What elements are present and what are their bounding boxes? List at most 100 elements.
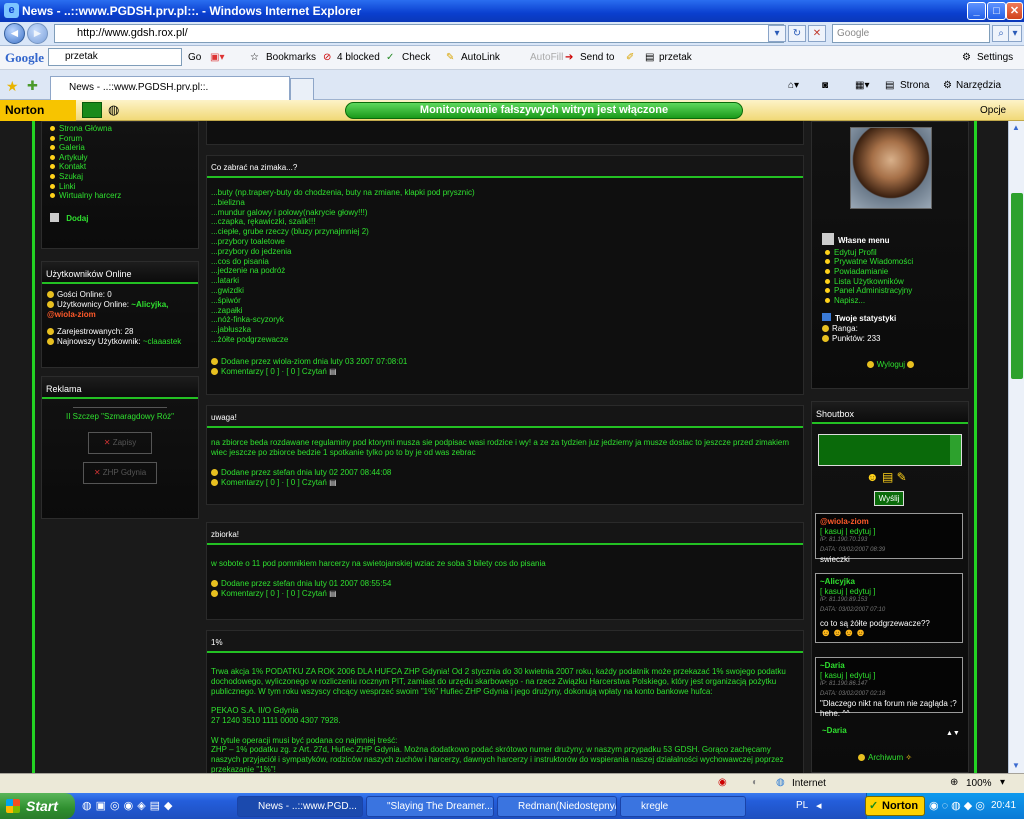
shout-scroll-arrows[interactable]: ▲▼ <box>946 730 960 737</box>
shout-actions[interactable]: [ kasuj | edytuj ] <box>820 587 958 597</box>
bookmarks-button[interactable]: Bookmarks <box>266 52 316 63</box>
menu-user-list[interactable]: Lista Użytkowników <box>822 277 962 287</box>
clock[interactable]: 20:41 <box>991 800 1016 811</box>
check-button[interactable]: Check <box>402 52 430 63</box>
newest-user-link[interactable]: ~claaastek <box>143 337 181 346</box>
shout-actions[interactable]: [ kasuj | edytuj ] <box>820 527 958 537</box>
online-user-alicyjka[interactable]: ~Alicyjka, <box>131 300 168 309</box>
refresh-icon[interactable]: ↻ <box>788 25 806 42</box>
menu-admin-panel[interactable]: Panel Administracyjny <box>822 286 962 296</box>
users-online-panel: Użytkowników Online Gości Online: 0 Użyt… <box>41 261 199 368</box>
norton-logo[interactable]: Norton <box>0 100 76 121</box>
zoom-dropdown-icon[interactable]: ▾ <box>1000 777 1005 788</box>
news-icon[interactable]: ▣▾ <box>210 52 224 63</box>
nav-link-articles[interactable]: Artykuły <box>47 153 193 163</box>
home-icon[interactable]: ⌂▾ <box>788 80 799 91</box>
ad-text[interactable]: II Szczep "Szmaragdowy Róż" <box>42 408 198 426</box>
task-gadu[interactable]: Redman(Niedostępny/ ) <box>497 796 617 817</box>
post-comments-link[interactable]: Komentarzy [ 0 ] · [ 0 ] Czytań <box>221 589 327 598</box>
task-folder-kregle[interactable]: kregle <box>620 796 746 817</box>
scroll-up-icon[interactable]: ▲ <box>1012 123 1020 132</box>
new-tab-button[interactable] <box>290 78 314 100</box>
search-term-button[interactable]: przetak <box>659 52 692 63</box>
nav-link-gallery[interactable]: Galeria <box>47 143 193 153</box>
autolink-button[interactable]: AutoLink <box>461 52 500 63</box>
nav-link-forum[interactable]: Forum <box>47 134 193 144</box>
monitor-icon[interactable] <box>82 102 102 118</box>
shout-author-partial[interactable]: ~Daria <box>822 726 847 735</box>
back-button[interactable]: ◄ <box>4 23 25 44</box>
logout-link[interactable]: Wyloguj <box>877 360 905 369</box>
zoom-level[interactable]: 100% <box>966 778 992 789</box>
norton-options-button[interactable]: Opcje <box>980 105 1006 116</box>
shout-author[interactable]: @wiola-ziom <box>820 517 958 527</box>
tab-news[interactable]: News - ..::www.PGDSH.prv.pl::. <box>50 76 290 100</box>
norton-status-banner[interactable]: Monitorowanie fałszywych witryn jest włą… <box>345 102 743 119</box>
sendto-button[interactable]: Send to <box>580 52 614 63</box>
archive-link[interactable]: Archiwum ✧ <box>858 753 912 762</box>
shout-actions[interactable]: [ kasuj | edytuj ] <box>820 671 958 681</box>
zoom-icon[interactable]: ⊕ <box>950 777 958 788</box>
maximize-button[interactable]: □ <box>987 2 1006 20</box>
search-options-icon[interactable]: ▾ <box>1008 25 1022 42</box>
shout-scrollbar[interactable] <box>950 435 961 465</box>
nav-link-virtual-scout[interactable]: Wirtualny harcerz <box>47 191 193 201</box>
menu-private-messages[interactable]: Prywatne Wiadomości <box>822 257 962 267</box>
page-scrollbar[interactable]: ▲ ▼ <box>1008 121 1024 773</box>
send-shout-button[interactable]: Wyślij <box>874 491 904 506</box>
tray-icons[interactable]: ◉◌◍◆◎ <box>929 799 988 812</box>
autofill-button[interactable]: AutoFill <box>530 52 563 63</box>
minimize-button[interactable]: _ <box>967 2 986 20</box>
highlight-icon[interactable]: ✐ <box>626 52 634 63</box>
close-button[interactable]: ✕ <box>1006 2 1023 20</box>
nav-link-home[interactable]: Strona Główna <box>47 124 193 134</box>
post-comments-link[interactable]: Komentarzy [ 0 ] · [ 0 ] Czytań <box>221 478 327 487</box>
norton-tray-button[interactable]: ✓ Norton <box>865 796 925 816</box>
add-link[interactable]: Dodaj <box>66 214 88 223</box>
print-post-icon[interactable]: ▤ <box>329 589 337 598</box>
print-icon[interactable]: ▦▾ <box>855 80 869 91</box>
quick-launch-icons[interactable]: ◍▣◎◉◈▤◆ <box>82 799 177 812</box>
favorites-star-icon[interactable]: ★ <box>6 78 19 95</box>
start-button[interactable]: Start <box>0 793 75 819</box>
shout-author[interactable]: ~Daria <box>820 661 958 671</box>
nav-link-links[interactable]: Linki <box>47 182 193 192</box>
settings-button[interactable]: Settings <box>977 52 1013 63</box>
menu-write[interactable]: Napisz... <box>822 296 962 306</box>
language-indicator[interactable]: PL <box>796 800 808 811</box>
menu-notifications[interactable]: Powiadamianie <box>822 267 962 277</box>
nav-link-search[interactable]: Szukaj <box>47 172 193 182</box>
google-search-input[interactable]: przetak <box>48 48 182 66</box>
task-ie-news[interactable]: News - ..::www.PGD... <box>237 796 363 817</box>
ad-zhp-image[interactable]: ✕ ZHP Gdynia <box>83 461 157 484</box>
feeds-icon[interactable]: ◙ <box>822 80 828 91</box>
page-menu-button[interactable]: Strona <box>900 80 929 91</box>
tools-menu-button[interactable]: Narzędzia <box>956 80 1001 91</box>
blocked-button[interactable]: 4 blocked <box>337 52 380 63</box>
add-favorites-icon[interactable]: ✚ <box>27 78 38 94</box>
go-button[interactable]: Go <box>188 52 201 63</box>
address-dropdown-icon[interactable]: ▾ <box>768 25 786 42</box>
forward-button[interactable]: ► <box>27 23 48 44</box>
address-input[interactable]: http://www.gdsh.rox.pl/ <box>54 24 784 43</box>
scrollbar-thumb[interactable] <box>1011 193 1023 379</box>
shout-author[interactable]: ~Alicyjka <box>820 577 958 587</box>
tray-arrow-icon[interactable]: ◂ <box>816 799 822 812</box>
ad-zapisy-image[interactable]: ✕ Zapisy <box>88 431 152 454</box>
nav-link-contact[interactable]: Kontakt <box>47 162 193 172</box>
shout-input[interactable] <box>818 434 962 466</box>
task-winamp[interactable]: "Slaying The Dreamer... <box>366 796 494 817</box>
smiley-icons[interactable]: ☻ ▤ ✎ <box>866 470 916 484</box>
globe-icon[interactable]: ◍ <box>108 102 119 118</box>
privacy-icon[interactable]: ◉ <box>718 777 727 788</box>
print-post-icon[interactable]: ▤ <box>329 478 337 487</box>
stop-icon[interactable]: ✕ <box>808 25 826 42</box>
post-comments-link[interactable]: Komentarzy [ 0 ] · [ 0 ] Czytań <box>221 367 327 376</box>
scroll-down-icon[interactable]: ▼ <box>1012 761 1020 770</box>
avatar[interactable] <box>850 127 932 209</box>
print-post-icon[interactable]: ▤ <box>329 367 337 376</box>
rank-icon <box>822 325 829 333</box>
search-input[interactable]: Google <box>832 24 990 43</box>
menu-edit-profile[interactable]: Edytuj Profil <box>822 248 962 258</box>
online-user-wiola[interactable]: @wiola-ziom <box>47 310 96 319</box>
